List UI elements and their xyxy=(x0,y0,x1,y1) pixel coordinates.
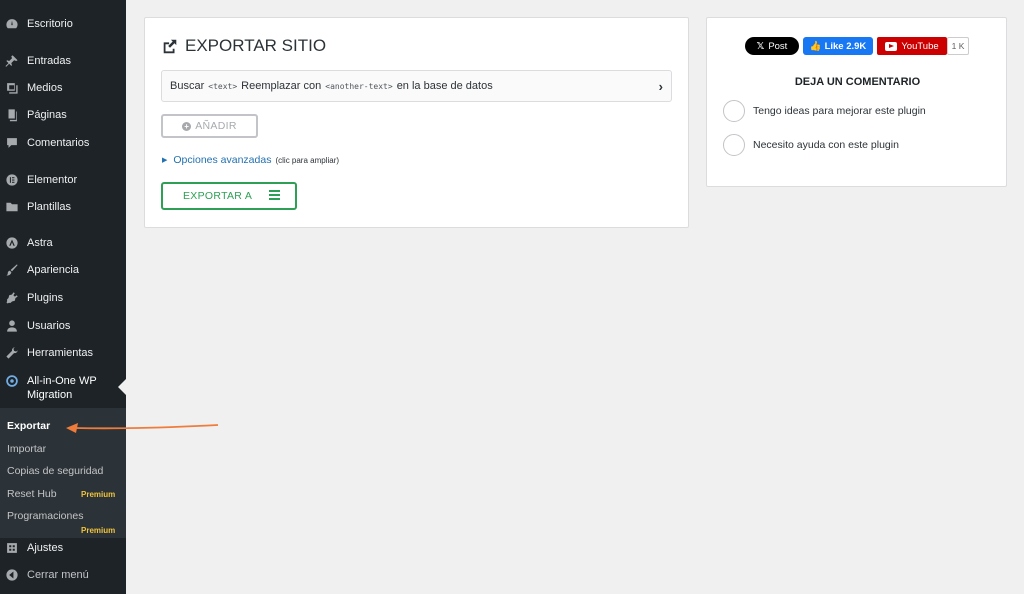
sidebar-item-label: Comentarios xyxy=(27,137,90,149)
advanced-options-toggle[interactable]: ▶ Opciones avanzadas (clic para ampliar) xyxy=(162,154,339,166)
plus-circle-icon: + xyxy=(182,121,192,131)
pages-icon xyxy=(5,108,19,122)
plugin-icon xyxy=(5,291,19,305)
sidebar-item-label: All-in-One WP Migration xyxy=(27,374,97,402)
advanced-options-link[interactable]: Opciones avanzadas xyxy=(173,154,271,166)
radio-button[interactable] xyxy=(723,134,745,156)
chevron-right-icon: › xyxy=(658,79,663,94)
sidebar-item-usuarios[interactable]: Usuarios xyxy=(0,313,126,339)
label-line-1: All-in-One WP xyxy=(27,375,97,387)
sidebar-item-all-in-one-wp-migration[interactable]: All-in-One WP Migration xyxy=(0,366,126,408)
feedback-option-label: Necesito ayuda con este plugin xyxy=(753,139,899,151)
sidebar-item-comentarios[interactable]: Comentarios xyxy=(0,130,126,156)
migration-icon xyxy=(5,374,19,388)
facebook-like-label: Like 2.9K xyxy=(824,40,867,52)
folder-icon xyxy=(5,200,19,214)
label-line-2: Migration xyxy=(27,389,73,401)
sidebar-item-label: Plantillas xyxy=(27,201,72,213)
youtube-subscriber-count: 1 K xyxy=(947,37,969,55)
sidebar-item-entradas[interactable]: Entradas xyxy=(0,48,126,74)
sidebar-item-medios[interactable]: Medios xyxy=(0,75,126,101)
sidebar-item-label: Elementor xyxy=(27,174,78,186)
submenu: Exportar Importar Copias de seguridad Re… xyxy=(0,408,126,538)
sidebar-item-label: Medios xyxy=(27,82,63,94)
sidebar-item-label: Astra xyxy=(27,237,53,249)
add-button-label: AÑADIR xyxy=(195,120,237,132)
feedback-option-label: Tengo ideas para mejorar este plugin xyxy=(753,105,926,117)
sidebar-item-elementor[interactable]: Elementor xyxy=(0,167,126,193)
x-post-label: Post xyxy=(768,40,788,52)
submenu-item-exportar[interactable]: Exportar xyxy=(7,420,50,432)
submenu-item-programaciones[interactable]: Programaciones xyxy=(7,510,83,522)
radio-button[interactable] xyxy=(723,100,745,122)
export-panel: EXPORTAR SITIO Buscar <text> Reemplazar … xyxy=(144,17,689,228)
replace-placeholder-code: <another-text> xyxy=(325,81,393,91)
elementor-icon xyxy=(5,173,19,187)
premium-badge: Premium xyxy=(81,490,116,499)
database-label: en la base de datos xyxy=(396,80,493,92)
astra-icon xyxy=(5,236,19,250)
premium-badge: Premium xyxy=(81,526,116,535)
sidebar-item-label: Apariencia xyxy=(27,264,79,276)
sidebar-item-plugins[interactable]: Plugins xyxy=(0,285,126,311)
users-icon xyxy=(5,319,19,333)
sidebar-item-astra[interactable]: Astra xyxy=(0,230,126,256)
export-icon xyxy=(163,39,177,54)
collapse-icon xyxy=(5,568,19,582)
facebook-like-button[interactable]: 👍 Like 2.9K xyxy=(803,37,873,55)
submenu-item-copias[interactable]: Copias de seguridad xyxy=(7,465,103,477)
comments-icon xyxy=(5,136,19,150)
active-indicator xyxy=(118,379,126,395)
feedback-title: DEJA UN COMENTARIO xyxy=(794,76,921,88)
search-placeholder-code: <text> xyxy=(208,81,238,91)
sidebar-item-ajustes[interactable]: Ajustes xyxy=(0,535,126,561)
advanced-options-hint: (clic para ampliar) xyxy=(275,155,340,165)
sidebar-item-escritorio[interactable]: Escritorio xyxy=(0,11,126,37)
settings-icon xyxy=(5,541,19,555)
export-button-label: EXPORTAR A xyxy=(183,190,253,202)
x-logo-icon: 𝕏 xyxy=(756,40,765,52)
search-label: Buscar xyxy=(170,80,205,92)
feedback-option-help[interactable]: Necesito ayuda con este plugin xyxy=(723,134,899,156)
youtube-subscribe-button[interactable]: YouTube xyxy=(877,37,947,55)
youtube-play-icon xyxy=(885,41,898,51)
replace-label: Reemplazar con xyxy=(241,80,322,92)
brush-icon xyxy=(5,263,19,277)
sidebar-item-label: Ajustes xyxy=(27,542,64,554)
sidebar-item-label: Páginas xyxy=(27,109,67,121)
sidebar-item-label: Escritorio xyxy=(27,18,73,30)
media-icon xyxy=(5,81,19,95)
menu-icon xyxy=(269,190,280,201)
sidebar-item-label: Cerrar menú xyxy=(27,569,89,581)
sidebar-item-apariencia[interactable]: Apariencia xyxy=(0,257,126,283)
x-post-button[interactable]: 𝕏 Post xyxy=(745,37,799,55)
sidebar-item-label: Plugins xyxy=(27,292,64,304)
pin-icon xyxy=(5,54,19,68)
title-text: EXPORTAR SITIO xyxy=(185,36,327,55)
feedback-option-ideas[interactable]: Tengo ideas para mejorar este plugin xyxy=(723,100,926,122)
sidebar-item-label: Usuarios xyxy=(27,320,71,332)
sidebar-item-label: Entradas xyxy=(27,55,72,67)
submenu-item-reset-hub[interactable]: Reset Hub xyxy=(7,488,57,500)
feedback-panel: 𝕏 Post 👍 Like 2.9K YouTube 1 K DEJA UN C… xyxy=(706,17,1007,187)
dashboard-icon xyxy=(5,17,19,31)
collapse-menu-button[interactable]: Cerrar menú xyxy=(0,562,126,588)
page-title: EXPORTAR SITIO xyxy=(161,36,326,56)
search-replace-toggle[interactable]: Buscar <text> Reemplazar con <another-te… xyxy=(161,70,672,102)
sidebar-item-label: Herramientas xyxy=(27,347,94,359)
youtube-label: YouTube xyxy=(901,40,939,52)
submenu-item-importar[interactable]: Importar xyxy=(7,443,46,455)
export-to-button[interactable]: EXPORTAR A xyxy=(161,182,297,210)
admin-sidebar: Escritorio Entradas Medios Páginas Comen… xyxy=(0,0,126,594)
sidebar-item-herramientas[interactable]: Herramientas xyxy=(0,340,126,366)
wrench-icon xyxy=(5,346,19,360)
triangle-right-icon: ▶ xyxy=(162,157,168,164)
thumbs-up-icon: 👍 xyxy=(809,40,822,52)
add-button[interactable]: + AÑADIR xyxy=(161,114,258,138)
sidebar-item-plantillas[interactable]: Plantillas xyxy=(0,194,126,220)
sidebar-item-paginas[interactable]: Páginas xyxy=(0,102,126,128)
